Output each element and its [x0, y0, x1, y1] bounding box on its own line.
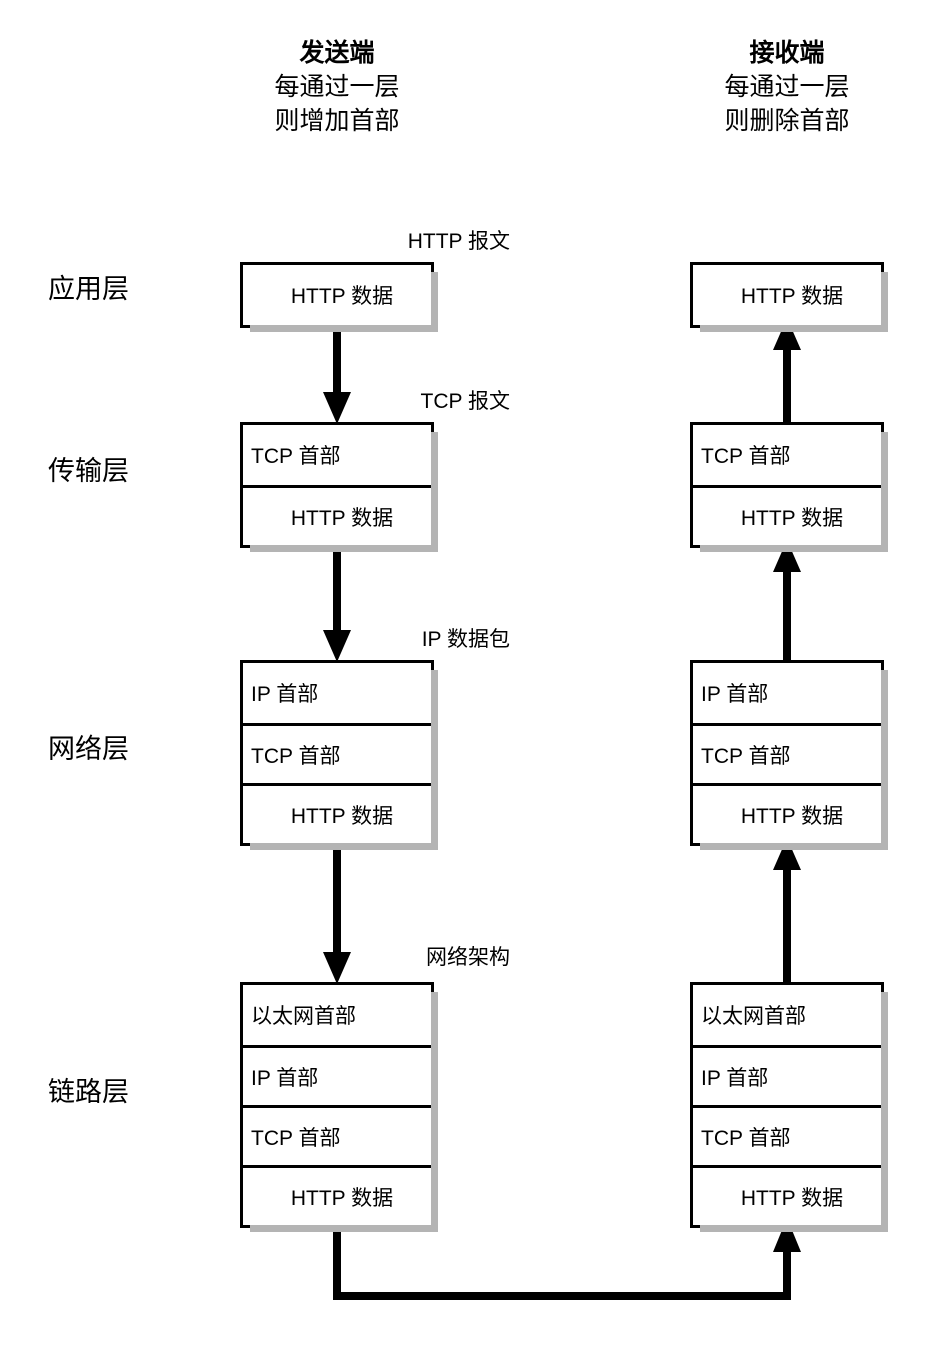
- packet-box-sender-application: HTTP 数据: [240, 262, 438, 332]
- packet-field: IP 首部: [243, 1045, 431, 1105]
- packet-field: TCP 首部: [693, 1105, 881, 1165]
- layer-label-transport: 传输层: [48, 456, 129, 486]
- pdu-caption-tcp-segment: TCP 报文: [420, 390, 510, 413]
- arrow-down-icon: [320, 540, 354, 662]
- packet-box-sender-link: 以太网首部 IP 首部 TCP 首部 HTTP 数据: [240, 982, 438, 1232]
- receiver-subtitle-line-1: 每通过一层: [724, 73, 850, 101]
- receiver-column-header: 接收端 每通过一层 则删除首部: [637, 36, 928, 138]
- packet-box-receiver-application: HTTP 数据: [690, 262, 888, 332]
- packet-field: HTTP 数据: [693, 783, 881, 843]
- packet-box-receiver-link: 以太网首部 IP 首部 TCP 首部 HTTP 数据: [690, 982, 888, 1232]
- pdu-caption-http-message: HTTP 报文: [407, 230, 510, 253]
- packet-field: HTTP 数据: [693, 485, 881, 545]
- arrow-up-icon: [770, 540, 804, 662]
- packet-field: IP 首部: [243, 663, 431, 723]
- packet-field: HTTP 数据: [243, 265, 431, 325]
- arrow-up-icon: [770, 318, 804, 424]
- arrow-up-icon: [770, 838, 804, 984]
- layer-label-link: 链路层: [48, 1077, 129, 1107]
- sender-subtitle-line-2: 则增加首部: [274, 107, 400, 135]
- sender-subtitle-line-1: 每通过一层: [274, 73, 400, 101]
- arrow-bottom-loop-icon: [320, 1218, 820, 1330]
- sender-column-header: 发送端 每通过一层 则增加首部: [187, 36, 487, 138]
- packet-box-receiver-transport: TCP 首部 HTTP 数据: [690, 422, 888, 552]
- packet-box-sender-network: IP 首部 TCP 首部 HTTP 数据: [240, 660, 438, 850]
- layer-label-application: 应用层: [48, 274, 129, 304]
- packet-field: IP 首部: [693, 1045, 881, 1105]
- pdu-caption-frame: 网络架构: [426, 946, 510, 969]
- packet-field: TCP 首部: [693, 723, 881, 783]
- packet-field: HTTP 数据: [693, 265, 881, 325]
- arrow-down-icon: [320, 318, 354, 424]
- packet-box-sender-transport: TCP 首部 HTTP 数据: [240, 422, 438, 552]
- packet-field: HTTP 数据: [243, 1165, 431, 1225]
- pdu-caption-ip-packet: IP 数据包: [421, 628, 510, 651]
- packet-field: TCP 首部: [243, 723, 431, 783]
- receiver-subtitle-line-2: 则删除首部: [724, 107, 850, 135]
- arrow-down-icon: [320, 838, 354, 984]
- packet-field: TCP 首部: [693, 425, 881, 485]
- packet-field: 以太网首部: [693, 985, 881, 1045]
- packet-field: IP 首部: [693, 663, 881, 723]
- sender-title: 发送端: [299, 39, 375, 67]
- packet-field: HTTP 数据: [693, 1165, 881, 1225]
- packet-field: TCP 首部: [243, 425, 431, 485]
- layer-label-network: 网络层: [48, 734, 129, 764]
- packet-field: HTTP 数据: [243, 783, 431, 843]
- receiver-title: 接收端: [749, 39, 825, 67]
- packet-field: TCP 首部: [243, 1105, 431, 1165]
- packet-field: 以太网首部: [243, 985, 431, 1045]
- packet-field: HTTP 数据: [243, 485, 431, 545]
- packet-box-receiver-network: IP 首部 TCP 首部 HTTP 数据: [690, 660, 888, 850]
